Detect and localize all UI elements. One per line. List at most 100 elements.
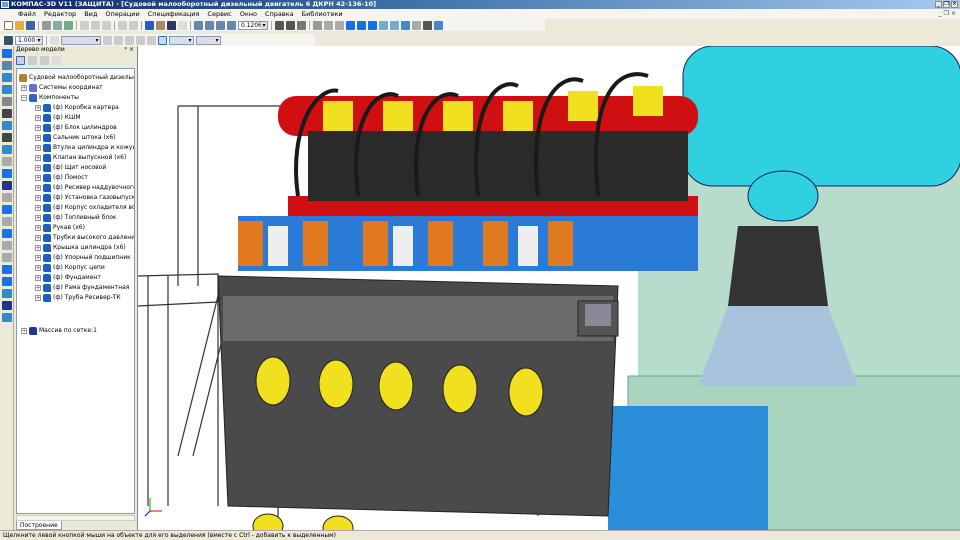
tree-tiles-icon[interactable] bbox=[52, 56, 61, 65]
properties-icon[interactable] bbox=[64, 21, 73, 30]
menu-specification[interactable]: Спецификация bbox=[148, 10, 200, 18]
features-icon[interactable] bbox=[2, 73, 12, 82]
close-panel-icon[interactable]: ᵖ × bbox=[124, 46, 134, 54]
annotation-icon[interactable] bbox=[2, 109, 12, 118]
tree-item[interactable]: +(ф) Корпус охладителя воздуха bbox=[35, 203, 135, 213]
expand-icon[interactable]: + bbox=[35, 245, 41, 251]
library-tool-icon[interactable] bbox=[2, 313, 12, 322]
refresh-icon[interactable] bbox=[434, 21, 443, 30]
preview-icon[interactable] bbox=[53, 21, 62, 30]
tree-coords[interactable]: +Системы координат bbox=[21, 83, 103, 93]
tree-item[interactable]: +Трубки высокого давления (x6) bbox=[35, 233, 135, 243]
copy-icon[interactable] bbox=[91, 21, 100, 30]
expand-icon[interactable]: + bbox=[35, 115, 41, 121]
mate-icon[interactable] bbox=[2, 229, 12, 238]
step-combo[interactable]: 1.000 bbox=[15, 36, 43, 45]
menu-libraries[interactable]: Библиотеки bbox=[302, 10, 343, 18]
variables-icon[interactable] bbox=[167, 21, 176, 30]
grid-array-icon[interactable] bbox=[2, 301, 12, 310]
x-coord-field[interactable] bbox=[169, 36, 194, 45]
expand-icon[interactable]: + bbox=[35, 165, 41, 171]
sketch-icon[interactable] bbox=[2, 61, 12, 70]
spec-icon[interactable] bbox=[2, 133, 12, 142]
grid-icon[interactable] bbox=[103, 36, 112, 45]
section-icon[interactable] bbox=[401, 21, 410, 30]
solid-icon[interactable] bbox=[2, 277, 12, 286]
component-icon[interactable] bbox=[2, 205, 12, 214]
filter-tool-icon[interactable] bbox=[2, 121, 12, 130]
perspective-icon[interactable] bbox=[368, 21, 377, 30]
expand-icon[interactable]: + bbox=[35, 125, 41, 131]
undo-icon[interactable] bbox=[118, 21, 127, 30]
y-coord-field[interactable] bbox=[196, 36, 221, 45]
expand-icon[interactable]: + bbox=[35, 265, 41, 271]
menu-view[interactable]: Вид bbox=[84, 10, 97, 18]
expand-icon[interactable]: + bbox=[35, 195, 41, 201]
tree-item[interactable]: +Рукав (x6) bbox=[35, 223, 85, 233]
close-button[interactable]: × bbox=[951, 1, 958, 8]
menu-window[interactable]: Окно bbox=[240, 10, 257, 18]
library-icon[interactable] bbox=[156, 21, 165, 30]
paste-icon[interactable] bbox=[102, 21, 111, 30]
tree-item[interactable]: +Клапан выпускной (x6) bbox=[35, 153, 126, 163]
expand-icon[interactable]: + bbox=[35, 285, 41, 291]
wireframe-icon[interactable] bbox=[313, 21, 322, 30]
assembly-icon[interactable] bbox=[2, 169, 12, 178]
menu-edit[interactable]: Редактор bbox=[44, 10, 76, 18]
tree-view-icon[interactable] bbox=[28, 56, 37, 65]
expand-icon[interactable]: + bbox=[35, 105, 41, 111]
layer-icon[interactable] bbox=[50, 36, 59, 45]
expand-icon[interactable]: + bbox=[35, 215, 41, 221]
collapse-icon[interactable]: − bbox=[21, 95, 27, 101]
tab-construction[interactable]: Построение bbox=[16, 521, 62, 530]
display-icon[interactable] bbox=[423, 21, 432, 30]
local-cs-icon[interactable] bbox=[114, 36, 123, 45]
engine-model-render[interactable] bbox=[138, 46, 960, 530]
redo-icon[interactable] bbox=[129, 21, 138, 30]
menu-service[interactable]: Сервис bbox=[207, 10, 231, 18]
tree-item[interactable]: +(ф) Труба Ресивер-ТК bbox=[35, 293, 121, 303]
array-icon[interactable] bbox=[2, 181, 12, 190]
3d-viewport[interactable] bbox=[137, 46, 960, 530]
copy-component-icon[interactable] bbox=[2, 253, 12, 262]
thin-lines-icon[interactable] bbox=[335, 21, 344, 30]
shaded-icon[interactable] bbox=[346, 21, 355, 30]
zoom-out-icon[interactable] bbox=[216, 21, 225, 30]
manager-icon[interactable] bbox=[145, 21, 154, 30]
save-icon[interactable] bbox=[26, 21, 35, 30]
document-window-controls[interactable]: _ ❐ × bbox=[939, 10, 956, 17]
aux-geometry-icon[interactable] bbox=[2, 85, 12, 94]
menu-file[interactable]: Файл bbox=[18, 10, 36, 18]
tree-item[interactable]: +Втулка цилиндра и кожуш (x6) bbox=[35, 143, 135, 153]
help-icon[interactable] bbox=[178, 21, 187, 30]
expand-icon[interactable]: + bbox=[35, 145, 41, 151]
expand-icon[interactable]: + bbox=[21, 328, 27, 334]
edit-parts-icon[interactable] bbox=[2, 49, 12, 58]
print-icon[interactable] bbox=[42, 21, 51, 30]
tree-item[interactable]: +(ф) Щит носовой bbox=[35, 163, 106, 173]
expand-icon[interactable]: + bbox=[35, 205, 41, 211]
constraint-icon[interactable] bbox=[2, 217, 12, 226]
open-icon[interactable] bbox=[15, 21, 24, 30]
snap-icon[interactable] bbox=[125, 36, 134, 45]
zoom-window-icon[interactable] bbox=[194, 21, 203, 30]
zoom-all-icon[interactable] bbox=[227, 21, 236, 30]
tree-split-icon[interactable] bbox=[40, 56, 49, 65]
tree-root[interactable]: Судовой малооборотный дизельный двигател… bbox=[19, 73, 135, 83]
tree-item[interactable]: +(ф) Корпус цепи bbox=[35, 263, 105, 273]
expand-icon[interactable]: + bbox=[35, 235, 41, 241]
menu-help[interactable]: Справка bbox=[265, 10, 294, 18]
select-filter-icon[interactable] bbox=[390, 21, 399, 30]
tree-item[interactable]: +(ф) КШМ bbox=[35, 113, 81, 123]
tree-item[interactable]: +(ф) Установка газовыпускного bbox=[35, 193, 135, 203]
orientation-icon[interactable] bbox=[297, 21, 306, 30]
tree-item[interactable]: +(ф) Фундамент bbox=[35, 273, 101, 283]
shaded-edges-icon[interactable] bbox=[357, 21, 366, 30]
measure-icon[interactable] bbox=[2, 145, 12, 154]
tree-item[interactable]: +(ф) Помост bbox=[35, 173, 88, 183]
edit-icon[interactable] bbox=[2, 289, 12, 298]
zoom-combo[interactable]: 0.1206 bbox=[238, 21, 268, 30]
cut-icon[interactable] bbox=[80, 21, 89, 30]
tree-order-icon[interactable] bbox=[16, 56, 25, 65]
layer-combo[interactable] bbox=[61, 36, 101, 45]
